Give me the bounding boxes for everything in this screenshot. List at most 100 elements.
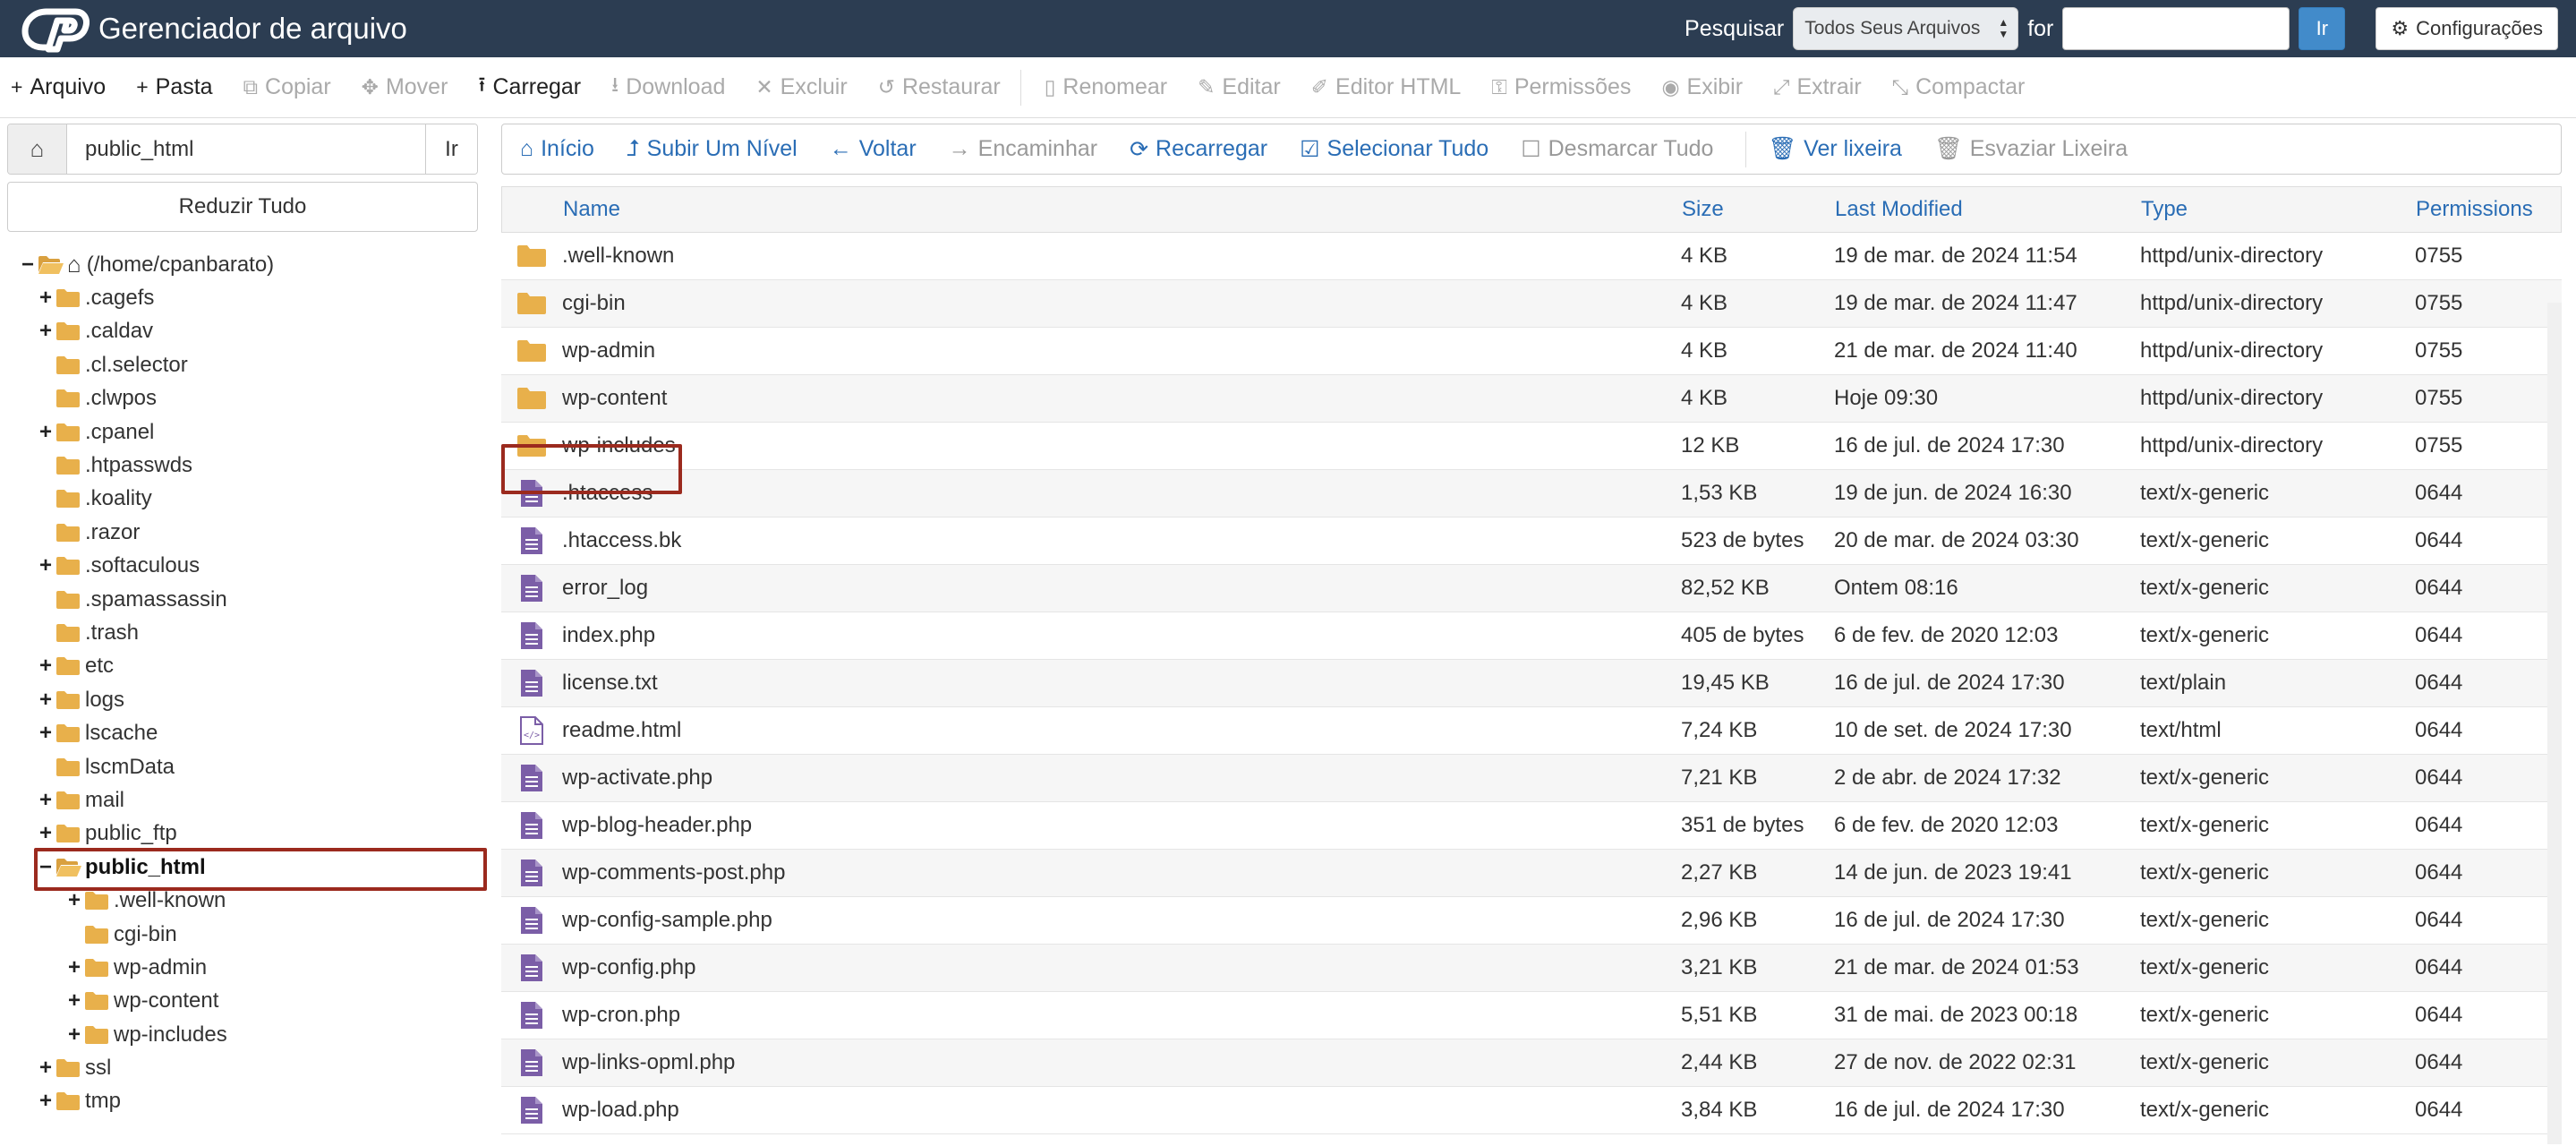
table-row[interactable]: .htaccess.bk 523 de bytes 20 de mar. de 20…: [501, 517, 2562, 565]
tree-item-wp-content[interactable]: + wp-content: [7, 985, 478, 1018]
tree-item-cagefs[interactable]: + .cagefs: [7, 281, 478, 314]
expand-icon[interactable]: +: [38, 319, 54, 344]
table-row[interactable]: wp-content 4 KB Hoje 09:30 httpd/unix-direc…: [501, 375, 2562, 423]
tree-item-trash[interactable]: .trash: [7, 616, 478, 649]
table-row[interactable]: .well-known 4 KB 19 de mar. de 2024 11:54 h…: [501, 233, 2562, 280]
tree-item-lscache[interactable]: + lscache: [7, 716, 478, 749]
download-button[interactable]: ⭳ Download: [601, 70, 725, 105]
table-row[interactable]: wp-activate.php 7,21 KB 2 de abr. de 2024 …: [501, 755, 2562, 802]
header-name[interactable]: Name: [563, 197, 1682, 222]
table-row[interactable]: </> readme.html 7,24 KB 10 de set. de 2024 …: [501, 707, 2562, 755]
tree-item-softaculous[interactable]: + .softaculous: [7, 550, 478, 583]
desmarcar-tudo-button[interactable]: ☐ Desmarcar Tudo: [1521, 136, 1713, 163]
expand-icon[interactable]: +: [38, 821, 54, 846]
expand-icon[interactable]: +: [66, 955, 82, 980]
extrair-button[interactable]: ⤢ Extrair: [1762, 74, 1862, 100]
renomear-button[interactable]: ▯ Renomear: [1034, 74, 1167, 100]
tree-item-cgi-bin[interactable]: cgi-bin: [7, 918, 478, 951]
table-row[interactable]: wp-cron.php 5,51 KB 31 de mai. de 2023 00:…: [501, 992, 2562, 1039]
carregar-button[interactable]: ⭱ Carregar: [467, 70, 581, 105]
table-row[interactable]: index.php 405 de bytes 6 de fev. de 2020 1…: [501, 612, 2562, 660]
expand-icon[interactable]: +: [66, 1022, 82, 1048]
toolbar-label: Copiar: [265, 74, 331, 99]
expand-icon[interactable]: +: [38, 688, 54, 713]
expand-icon[interactable]: +: [38, 1089, 54, 1114]
tree-item-caldav[interactable]: + .caldav: [7, 315, 478, 348]
editar-button[interactable]: ✎ Editar: [1187, 74, 1281, 100]
table-row[interactable]: error_log 82,52 KB Ontem 08:16 text/x-gener…: [501, 565, 2562, 612]
selecionar-tudo-button[interactable]: ☑ Selecionar Tudo: [1300, 136, 1488, 163]
tree-item-koality[interactable]: .koality: [7, 483, 478, 516]
tree-item-logs[interactable]: + logs: [7, 683, 478, 716]
search-go-button[interactable]: Ir: [2299, 7, 2346, 50]
expand-icon[interactable]: +: [38, 286, 54, 311]
table-row[interactable]: .htaccess 1,53 KB 19 de jun. de 2024 16:30…: [501, 470, 2562, 517]
tree-item-etc[interactable]: + etc: [7, 650, 478, 683]
table-row[interactable]: wp-comments-post.php 2,27 KB 14 de jun. de…: [501, 850, 2562, 897]
compactar-button[interactable]: ⤡ Compactar: [1881, 74, 2026, 100]
recarregar-button[interactable]: ⟳ Recarregar: [1130, 136, 1267, 163]
expand-icon[interactable]: +: [38, 788, 54, 813]
header-size[interactable]: Size: [1682, 197, 1835, 222]
expand-icon[interactable]: +: [38, 721, 54, 746]
expand-icon[interactable]: +: [38, 1056, 54, 1081]
tree-item-htpasswds[interactable]: .htpasswds: [7, 449, 478, 482]
encaminhar-button[interactable]: → Encaminhar: [949, 136, 1097, 162]
tree-item-tmp[interactable]: + tmp: [7, 1085, 478, 1118]
ver-lixeira-button[interactable]: 🗑 Ver lixeira: [1768, 136, 1902, 162]
table-row[interactable]: wp-config-sample.php 2,96 KB 16 de jul. de…: [501, 897, 2562, 945]
excluir-button[interactable]: ✕ Excluir: [745, 74, 847, 100]
table-row[interactable]: cgi-bin 4 KB 19 de mar. de 2024 11:47 httpd…: [501, 280, 2562, 328]
exibir-button[interactable]: ◉ Exibir: [1651, 74, 1743, 100]
scrollbar[interactable]: [2547, 303, 2562, 1144]
tree-selection-highlight: [34, 848, 487, 891]
settings-button[interactable]: ⚙ Configurações: [2376, 7, 2558, 50]
expand-icon[interactable]: +: [66, 988, 82, 1013]
tree-item-cl-selector[interactable]: .cl.selector: [7, 348, 478, 381]
table-row[interactable]: wp-admin 4 KB 21 de mar. de 2024 11:40 http…: [501, 328, 2562, 375]
restaurar-button[interactable]: ↺ Restaurar: [867, 74, 1001, 100]
arquivo-button[interactable]: + Arquivo: [0, 74, 106, 100]
table-row[interactable]: wp-load.php 3,84 KB 16 de jul. de 2024 17:…: [501, 1087, 2562, 1134]
expand-icon[interactable]: +: [66, 888, 82, 913]
table-row[interactable]: wp-config.php 3,21 KB 21 de mar. de 2024 0…: [501, 945, 2562, 992]
table-row[interactable]: wp-links-opml.php 2,44 KB 27 de nov. de 20…: [501, 1039, 2562, 1087]
header-type[interactable]: Type: [2141, 197, 2416, 222]
copiar-button[interactable]: ⧉ Copiar: [233, 74, 331, 100]
search-input[interactable]: [2062, 7, 2290, 50]
collapse-icon[interactable]: −: [20, 252, 36, 278]
expand-icon[interactable]: +: [38, 420, 54, 445]
esvaziar-lixeira-button[interactable]: 🗑 Esvaziar Lixeira: [1934, 136, 2128, 162]
tree-item-lscmdata[interactable]: lscmData: [7, 750, 478, 783]
tree-item-wp-admin[interactable]: + wp-admin: [7, 951, 478, 984]
search-scope-select[interactable]: Todos Seus Arquivos ▲ ▼: [1793, 7, 2019, 50]
header-permissions[interactable]: Permissions: [2416, 197, 2550, 222]
in-cio-button[interactable]: ⌂ Início: [520, 136, 594, 162]
header-last-modified[interactable]: Last Modified: [1835, 197, 2141, 222]
permiss-es-button[interactable]: ⚿ Permissões: [1480, 74, 1631, 100]
home-button[interactable]: ⌂: [8, 124, 67, 174]
tree-item-spamassassin[interactable]: .spamassassin: [7, 583, 478, 616]
editor-html-button[interactable]: ✐ Editor HTML: [1301, 74, 1462, 100]
collapse-all-button[interactable]: Reduzir Tudo: [7, 182, 478, 232]
path-go-button[interactable]: Ir: [425, 124, 477, 174]
voltar-button[interactable]: ← Voltar: [830, 136, 917, 162]
tree-item-razor[interactable]: .razor: [7, 516, 478, 549]
mover-button[interactable]: ✥ Mover: [351, 74, 448, 100]
tree-item-clwpos[interactable]: .clwpos: [7, 382, 478, 415]
path-input[interactable]: [67, 124, 425, 174]
cpanel-logo[interactable]: [20, 4, 91, 54]
subir-um-n-vel-button[interactable]: ⮥ Subir Um Nível: [627, 136, 798, 162]
expand-icon[interactable]: +: [38, 654, 54, 679]
tree-item-cpanel[interactable]: + .cpanel: [7, 415, 478, 449]
table-row[interactable]: license.txt 19,45 KB 16 de jul. de 2024 17…: [501, 660, 2562, 707]
tree-item-home-cpanbarato[interactable]: − ⌂ (/home/cpanbarato): [7, 248, 478, 281]
tree-item-mail[interactable]: + mail: [7, 783, 478, 817]
expand-icon[interactable]: +: [38, 553, 54, 578]
tree-item-wp-includes[interactable]: + wp-includes: [7, 1018, 478, 1051]
tree-item-public-ftp[interactable]: + public_ftp: [7, 817, 478, 851]
tree-item-ssl[interactable]: + ssl: [7, 1051, 478, 1084]
table-row[interactable]: wp-blog-header.php 351 de bytes 6 de fev. …: [501, 802, 2562, 850]
pasta-button[interactable]: + Pasta: [125, 74, 212, 100]
table-row[interactable]: wp-includes 12 KB 16 de jul. de 2024 17:30…: [501, 423, 2562, 470]
